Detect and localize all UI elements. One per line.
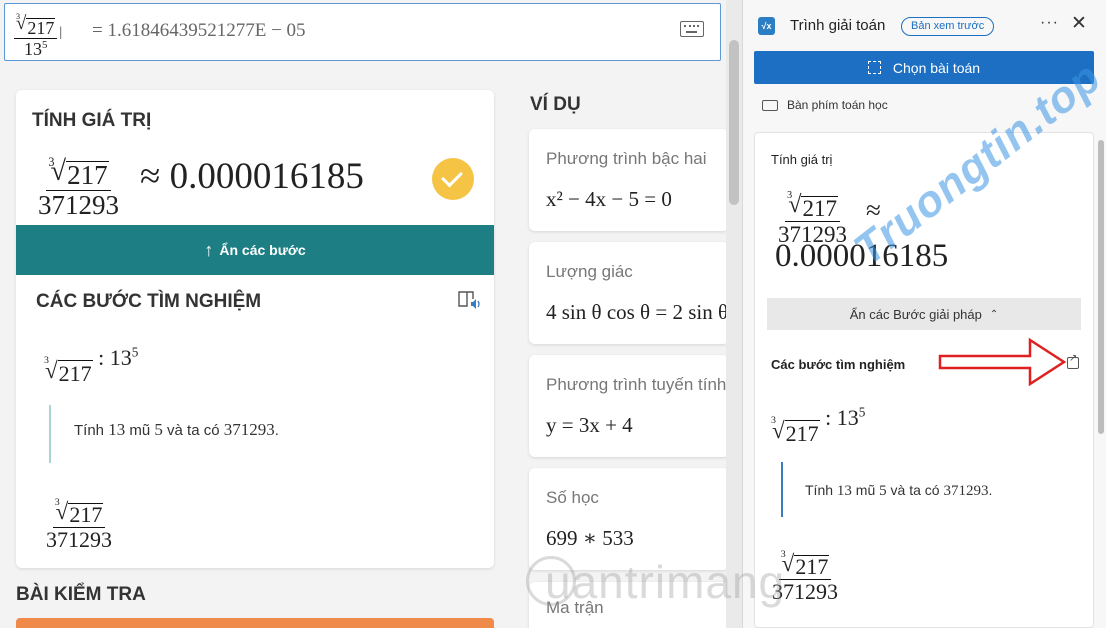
panel-evaluate-label: Tính giá trị	[771, 152, 833, 167]
crop-icon	[867, 61, 881, 74]
evaluate-result: ≈ 0.000016185	[140, 155, 364, 198]
radicand: 217	[794, 554, 830, 579]
example-expression: x² − 4x − 5 = 0	[546, 187, 672, 211]
explain-base: 13	[108, 420, 126, 439]
example-expression: y = 3x + 4	[546, 413, 633, 437]
open-external-icon[interactable]	[1067, 353, 1079, 369]
read-aloud-icon[interactable]	[457, 289, 481, 311]
choose-problem-button[interactable]: Chọn bài toán	[754, 51, 1094, 84]
arrow-up-icon: ↑	[204, 239, 214, 260]
input-result: = 1.61846439521277E − 05	[92, 20, 306, 41]
preview-badge: Bản xem trước	[901, 17, 995, 36]
keyboard-icon	[762, 99, 778, 111]
radicand: 217	[57, 360, 93, 386]
explain-text: mũ	[129, 422, 151, 439]
denominator: 371293	[38, 190, 119, 220]
input-expression[interactable]: 3 √ 217 135 |	[14, 6, 62, 58]
explain-text: và ta có	[890, 482, 940, 498]
hide-steps-label: Ẩn các bước	[219, 242, 306, 258]
panel-explain-divider	[781, 462, 783, 517]
explain-text: Tính	[805, 482, 834, 498]
example-expression: 4 sin θ cos θ = 2 sin θ	[546, 300, 729, 324]
radicand: 217	[68, 502, 104, 527]
step2-fraction: 3 √ 217 371293	[46, 489, 112, 551]
panel-step1-explanation: Tính 13 mũ 5 và ta có 371293.	[805, 482, 992, 500]
radicand: 217	[784, 420, 820, 446]
math-keyboard-label: Bàn phím toán học	[787, 98, 888, 112]
explain-divider	[49, 405, 51, 463]
more-icon[interactable]: ···	[1040, 14, 1059, 32]
panel-fraction: 3 √ 217 371293	[778, 181, 847, 246]
evaluate-heading: TÍNH GIÁ TRỊ	[32, 110, 152, 131]
explain-text: mũ	[855, 482, 876, 498]
root-index: 3	[54, 497, 60, 508]
panel-step1-expression: 3 √ 217 : 135	[771, 404, 866, 446]
radicand: 217	[26, 18, 56, 38]
denominator: 371293	[46, 527, 112, 552]
hide-solution-label: Ẩn các Bước giải pháp	[849, 306, 982, 322]
step1-expression: 3 √ 217 : 135	[44, 344, 139, 386]
check-icon	[432, 158, 474, 200]
root-index: 3	[16, 12, 21, 21]
explain-value: 371293	[223, 420, 275, 439]
root-index: 3	[48, 155, 55, 169]
close-icon[interactable]: ✕	[1071, 12, 1087, 35]
panel-title: Trình giải toán	[790, 17, 886, 34]
explain-value: 371293	[943, 483, 989, 499]
exponent: 5	[858, 404, 866, 420]
example-card[interactable]: Phương trình bậc hai x² − 4x − 5 = 0	[529, 129, 729, 231]
root-index: 3	[787, 190, 793, 201]
example-title: Số học	[546, 488, 599, 507]
example-card[interactable]: Phương trình tuyến tính y = 3x + 4	[529, 355, 729, 457]
red-arrow-annotation	[938, 337, 1067, 387]
root-index: 3	[44, 355, 49, 366]
radicand: 217	[801, 196, 838, 221]
explain-text: và ta có	[167, 422, 220, 439]
panel-scrollbar-thumb[interactable]	[1098, 140, 1104, 434]
base: 13	[24, 39, 42, 59]
result-value: 0.000016185	[169, 156, 364, 197]
evaluate-fraction: 3 √ 217 371293	[38, 146, 119, 219]
panel-steps-label: Các bước tìm nghiệm	[771, 357, 906, 372]
chevron-up-icon: ⌃	[989, 308, 999, 320]
explain-exponent: 5	[879, 483, 887, 499]
hide-solution-steps-button[interactable]: Ẩn các Bước giải pháp ⌃	[767, 298, 1081, 330]
explain-exponent: 5	[154, 420, 163, 439]
keyboard-icon[interactable]	[680, 21, 704, 37]
explain-period: .	[988, 482, 993, 498]
example-title: Lượng giác	[546, 262, 633, 281]
math-keyboard-link[interactable]: Bàn phím toán học	[762, 98, 888, 112]
step1-explanation: Tính 13 mũ 5 và ta có 371293.	[74, 420, 279, 440]
explain-text: Tính	[74, 422, 105, 439]
colon: :	[825, 405, 832, 430]
explain-period: .	[274, 422, 279, 439]
hide-steps-button[interactable]: ↑ Ẩn các bước	[16, 225, 494, 275]
exponent: 5	[42, 39, 48, 51]
colon: :	[98, 345, 105, 370]
exponent: 5	[131, 344, 139, 360]
watermark-quantrimang: uantrimang	[545, 556, 786, 608]
main-scrollbar-thumb[interactable]	[729, 40, 739, 205]
base: 13	[109, 345, 132, 370]
example-expression: 699 ∗ 533	[546, 526, 634, 550]
quiz-card-top[interactable]	[16, 618, 494, 628]
quiz-heading: BÀI KIỂM TRA	[16, 584, 146, 605]
approx-symbol: ≈	[140, 156, 161, 197]
example-title: Phương trình tuyến tính	[546, 375, 727, 394]
base: 13	[836, 405, 859, 430]
steps-heading: CÁC BƯỚC TÌM NGHIỆM	[36, 291, 262, 312]
radicand: 217	[66, 160, 109, 190]
example-title: Phương trình bậc hai	[546, 149, 707, 168]
root-index: 3	[771, 415, 776, 426]
choose-problem-label: Chọn bài toán	[892, 59, 981, 76]
examples-heading: VÍ DỤ	[530, 94, 581, 115]
explain-base: 13	[836, 483, 852, 499]
example-card[interactable]: Lượng giác 4 sin θ cos θ = 2 sin θ	[529, 242, 729, 344]
math-solver-icon: √x	[758, 17, 775, 35]
